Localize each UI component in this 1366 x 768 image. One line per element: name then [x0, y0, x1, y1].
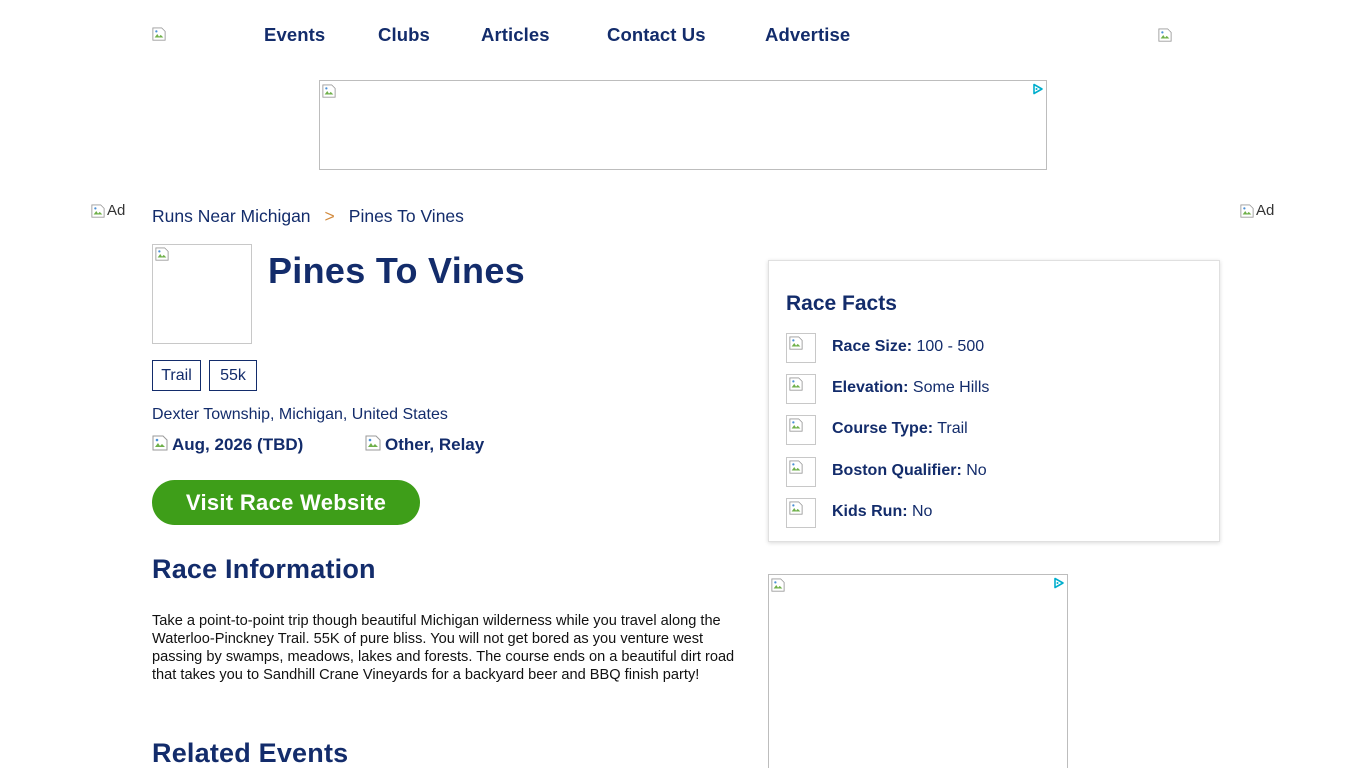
race-information-heading: Race Information: [152, 554, 376, 584]
fact-label: Race Size:: [832, 338, 913, 355]
kids-run-icon: [786, 498, 816, 528]
breadcrumb-current: Pines To Vines: [348, 206, 464, 226]
elevation-icon: [786, 374, 816, 404]
boston-qualifier-icon: [786, 457, 816, 487]
nav-events[interactable]: Events: [264, 24, 325, 46]
visit-race-website-button[interactable]: Visit Race Website: [152, 480, 420, 525]
top-banner-ad[interactable]: [319, 80, 1047, 170]
breadcrumb-separator: >: [324, 206, 335, 226]
course-type-icon: [786, 415, 816, 445]
race-date-text: Aug, 2026 (TBD): [172, 435, 304, 454]
breadcrumb-parent-link[interactable]: Runs Near Michigan: [152, 206, 311, 226]
tag-distance[interactable]: 55k: [209, 360, 257, 391]
broken-image-icon: [1240, 203, 1254, 218]
fact-value: Trail: [937, 420, 968, 437]
fact-label: Course Type:: [832, 420, 934, 437]
broken-image-icon: [789, 377, 803, 391]
race-category: Other, Relay: [365, 435, 484, 455]
fact-value: No: [966, 462, 987, 479]
calendar-icon: [152, 435, 168, 451]
race-category-text: Other, Relay: [385, 435, 485, 454]
adchoices-icon[interactable]: [1053, 577, 1065, 589]
broken-image-icon: [322, 84, 336, 98]
left-side-ad-alt: Ad: [107, 202, 126, 219]
fact-label: Boston Qualifier:: [832, 462, 962, 479]
right-side-ad[interactable]: Ad: [1240, 202, 1274, 219]
nav-advertise[interactable]: Advertise: [765, 24, 850, 46]
page-title: Pines To Vines: [268, 250, 525, 291]
broken-image-icon: [789, 336, 803, 350]
sidebar-ad[interactable]: [768, 574, 1068, 768]
fact-value: Some Hills: [912, 379, 990, 396]
header-right-image[interactable]: [1158, 28, 1174, 44]
broken-image-icon: [789, 460, 803, 474]
race-size-icon: [786, 333, 816, 363]
broken-image-icon: [152, 27, 166, 41]
race-logo: [152, 244, 252, 344]
nav-contact-us[interactable]: Contact Us: [607, 24, 706, 46]
fact-label: Elevation:: [832, 379, 909, 396]
fact-value: 100 - 500: [916, 338, 985, 355]
broken-image-icon: [91, 203, 105, 218]
tag-trail[interactable]: Trail: [152, 360, 201, 391]
broken-image-icon: [1158, 28, 1172, 42]
broken-image-icon: [771, 578, 785, 592]
race-description: Take a point-to-point trip though beauti…: [152, 613, 735, 683]
fact-value: No: [912, 503, 933, 520]
race-date: Aug, 2026 (TBD): [152, 435, 303, 455]
broken-image-icon: [155, 247, 169, 261]
nav-clubs[interactable]: Clubs: [378, 24, 430, 46]
right-side-ad-alt: Ad: [1256, 202, 1275, 219]
broken-image-icon: [789, 418, 803, 432]
adchoices-icon[interactable]: [1032, 83, 1044, 95]
race-location: Dexter Township, Michigan, United States: [152, 406, 448, 423]
breadcrumb: Runs Near Michigan > Pines To Vines: [152, 206, 464, 227]
race-facts-heading: Race Facts: [786, 292, 897, 315]
nav-articles[interactable]: Articles: [481, 24, 550, 46]
fact-label: Kids Run:: [832, 503, 908, 520]
broken-image-icon: [789, 501, 803, 515]
related-events-heading: Related Events: [152, 738, 349, 768]
site-logo[interactable]: [152, 27, 168, 43]
left-side-ad[interactable]: Ad: [91, 202, 125, 219]
runner-icon: [365, 435, 381, 451]
